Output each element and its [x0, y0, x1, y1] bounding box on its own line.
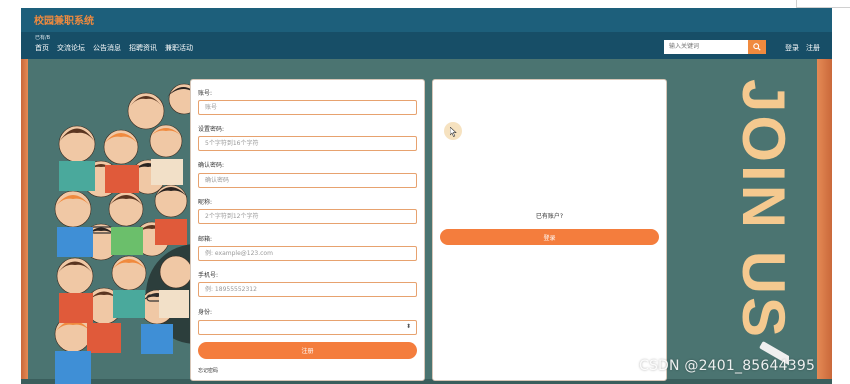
nav-bar: 已有/B 首页 交流论坛 公告消息 招聘资讯 兼职活动 登录 注册	[21, 32, 832, 59]
illustration-people	[54, 83, 191, 384]
nav-item-forum[interactable]: 交流论坛	[57, 43, 85, 53]
confirm-password-label: 确认密码:	[198, 162, 225, 169]
login-button[interactable]: 登录	[440, 229, 659, 245]
search-input[interactable]	[664, 40, 748, 54]
nav-item-home[interactable]: 首页	[35, 43, 49, 53]
identity-select[interactable]: ⬍	[198, 320, 417, 335]
register-link[interactable]: 注册	[806, 43, 820, 53]
register-card: 账号: 设置密码: 确认密码: 昵称: 邮箱: 手机号: 身份: ⬍ 注册 忘记…	[190, 79, 425, 381]
search-button[interactable]	[748, 40, 766, 54]
user-links: 登录 注册	[785, 43, 820, 53]
login-card: 已有账户? 登录	[432, 79, 667, 381]
login-link[interactable]: 登录	[785, 43, 799, 53]
email-input[interactable]	[198, 246, 417, 261]
page: 校园兼职系统 已有/B 首页 交流论坛 公告消息 招聘资讯 兼职活动 登录 注册	[21, 8, 832, 384]
confirm-password-input[interactable]	[198, 173, 417, 188]
window-corner-mark	[796, 0, 850, 8]
nav-menu: 首页 交流论坛 公告消息 招聘资讯 兼职活动	[35, 43, 193, 53]
hero-background: JOIN US 账号: 设置密码: 确认密码: 昵称: 邮箱: 手机号: 身份:…	[21, 59, 832, 384]
account-input[interactable]	[198, 100, 417, 115]
top-bar: 校园兼职系统	[21, 8, 832, 32]
nickname-label: 昵称:	[198, 199, 213, 206]
register-button[interactable]: 注册	[198, 342, 417, 359]
select-arrow-icon: ⬍	[405, 323, 411, 330]
nickname-input[interactable]	[198, 209, 417, 224]
identity-label: 身份:	[198, 309, 213, 316]
frame-right	[817, 59, 832, 384]
password-label: 设置密码:	[198, 126, 225, 133]
account-label: 账号:	[198, 90, 213, 97]
search-icon	[753, 43, 761, 51]
phone-input[interactable]	[198, 282, 417, 297]
slogan-art: JOIN US	[730, 79, 789, 368]
slogan-text: JOIN US	[730, 79, 789, 340]
csdn-watermark: CSDN @2401_85644395	[639, 358, 816, 374]
nav-item-announcements[interactable]: 公告消息	[93, 43, 121, 53]
nav-item-recruitment[interactable]: 招聘资讯	[129, 43, 157, 53]
forgot-password-link[interactable]: 忘记密码	[198, 367, 218, 374]
password-input[interactable]	[198, 136, 417, 151]
nav-item-parttime[interactable]: 兼职活动	[165, 43, 193, 53]
site-title: 校园兼职系统	[34, 16, 94, 27]
phone-label: 手机号:	[198, 272, 219, 279]
have-account-text: 已有账户?	[535, 213, 564, 220]
cursor-icon	[450, 127, 457, 137]
breadcrumb: 已有/B	[35, 35, 51, 41]
email-label: 邮箱:	[198, 236, 213, 243]
